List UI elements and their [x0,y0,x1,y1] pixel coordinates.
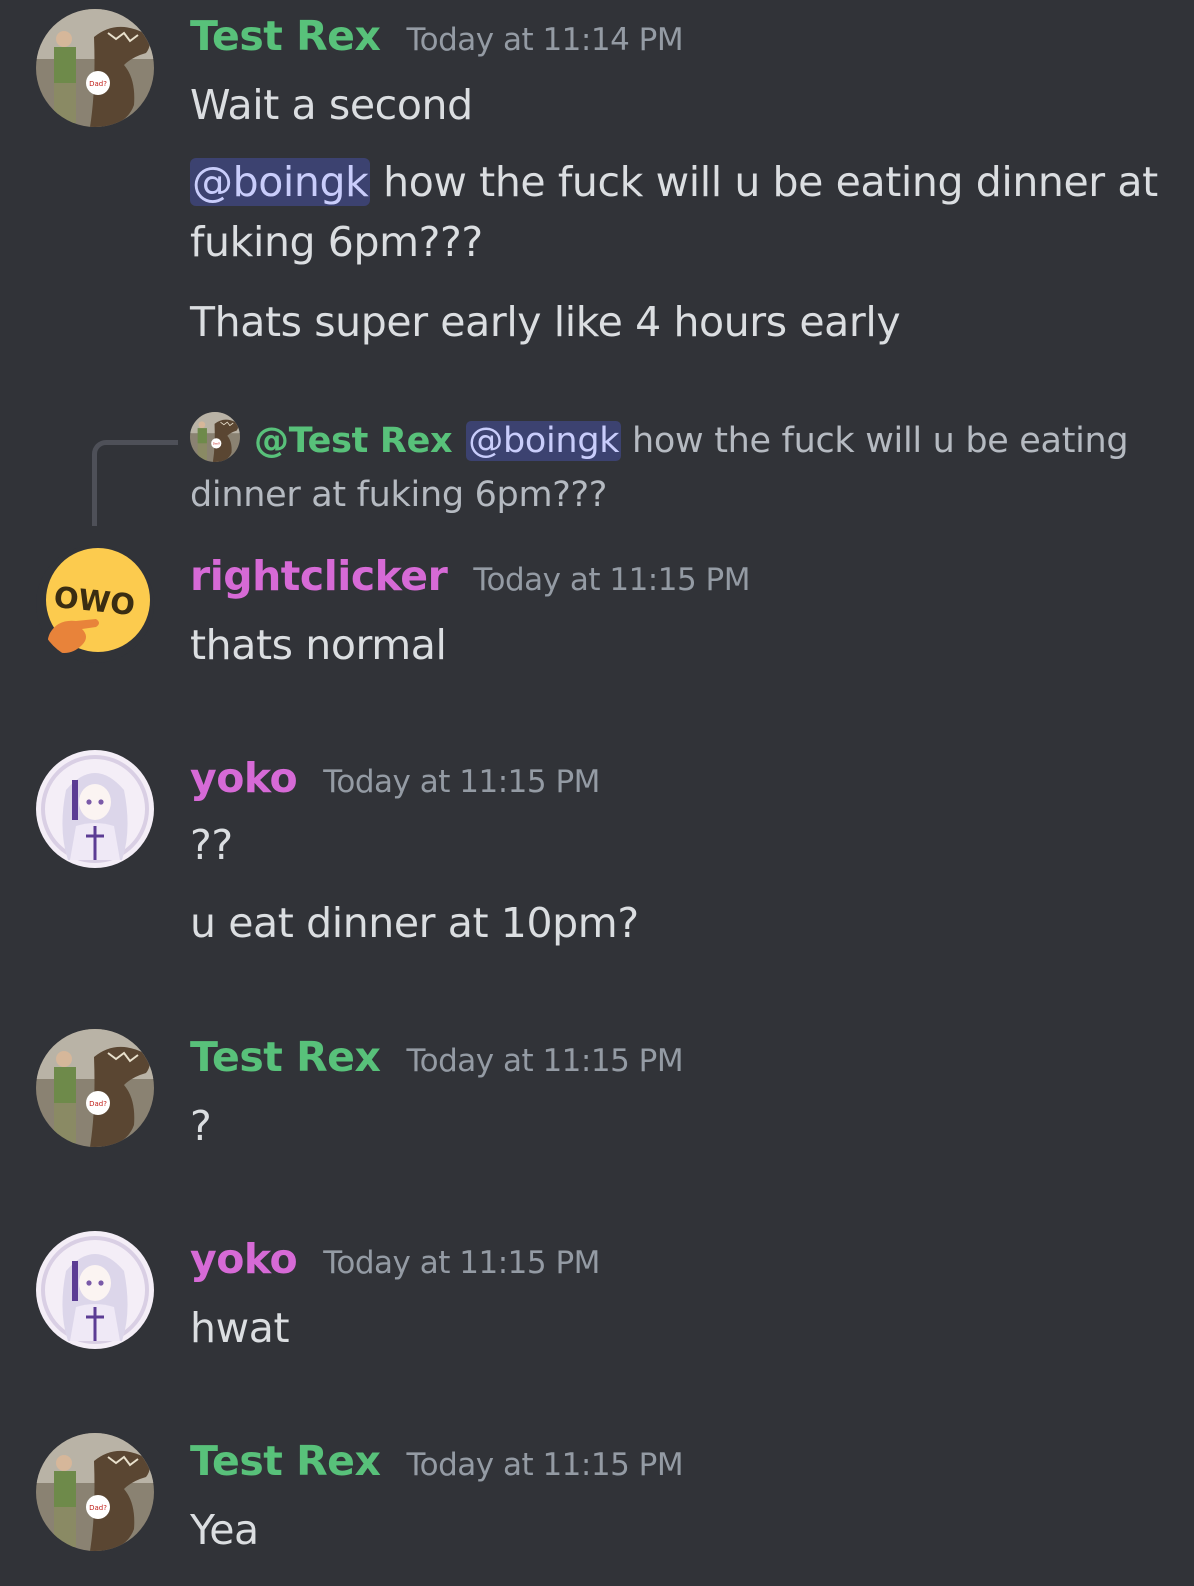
avatar-yoko[interactable] [36,1231,154,1349]
avatar-rightclicker[interactable] [36,545,154,663]
username[interactable]: yoko [190,1235,298,1283]
message-group: Test Rex Today at 11:15 PM Yea [0,1425,1194,1585]
username[interactable]: yoko [190,754,298,802]
timestamp: Today at 11:15 PM [323,764,600,800]
reply-preview[interactable]: @Test Rex @boingk how the fuck will u be … [190,412,1150,522]
mention-boingk[interactable]: @boingk [190,158,371,206]
reply-avatar [190,412,240,462]
timestamp: Today at 11:15 PM [406,1447,684,1483]
avatar-test-rex[interactable] [36,9,154,127]
timestamp: Today at 11:14 PM [406,22,684,58]
message-group: Test Rex Today at 11:15 PM ? [0,1021,1194,1171]
message-text: @boingk how the fuck will u be eating di… [190,152,1170,272]
timestamp: Today at 11:15 PM [473,562,750,598]
message-text: hwat [190,1304,290,1352]
avatar-test-rex[interactable] [36,1029,154,1147]
username[interactable]: Test Rex [190,1437,381,1485]
message-text: Yea [190,1506,259,1554]
username[interactable]: Test Rex [190,1033,381,1081]
message-group: Test Rex Today at 11:14 PM Wait a second… [0,0,1194,360]
message-group: yoko Today at 11:15 PM hwat [0,1223,1194,1373]
message-header: Test Rex Today at 11:15 PM [190,1033,684,1081]
message-header: Test Rex Today at 11:14 PM [190,12,684,60]
message-group: yoko Today at 11:15 PM ?? u eat dinner a… [0,742,1194,972]
message-header: yoko Today at 11:15 PM [190,1235,600,1283]
message-header: rightclicker Today at 11:15 PM [190,552,750,600]
reply-username[interactable]: @Test Rex [254,421,453,461]
message-text: thats normal [190,621,447,669]
message-text: Thats super early like 4 hours early [190,298,901,346]
message-group: rightclicker Today at 11:15 PM thats nor… [0,540,1194,690]
username[interactable]: Test Rex [190,12,381,60]
timestamp: Today at 11:15 PM [406,1043,684,1079]
reply-spine [92,440,178,526]
avatar-test-rex[interactable] [36,1433,154,1551]
username[interactable]: rightclicker [190,552,448,600]
reply-mention[interactable]: @boingk [466,421,622,461]
timestamp: Today at 11:15 PM [323,1245,600,1281]
message-header: yoko Today at 11:15 PM [190,754,600,802]
message-header: Test Rex Today at 11:15 PM [190,1437,684,1485]
message-text: u eat dinner at 10pm? [190,899,639,947]
avatar-yoko[interactable] [36,750,154,868]
message-text: ? [190,1102,212,1150]
message-text: ?? [190,821,233,869]
message-text: Wait a second [190,81,473,129]
